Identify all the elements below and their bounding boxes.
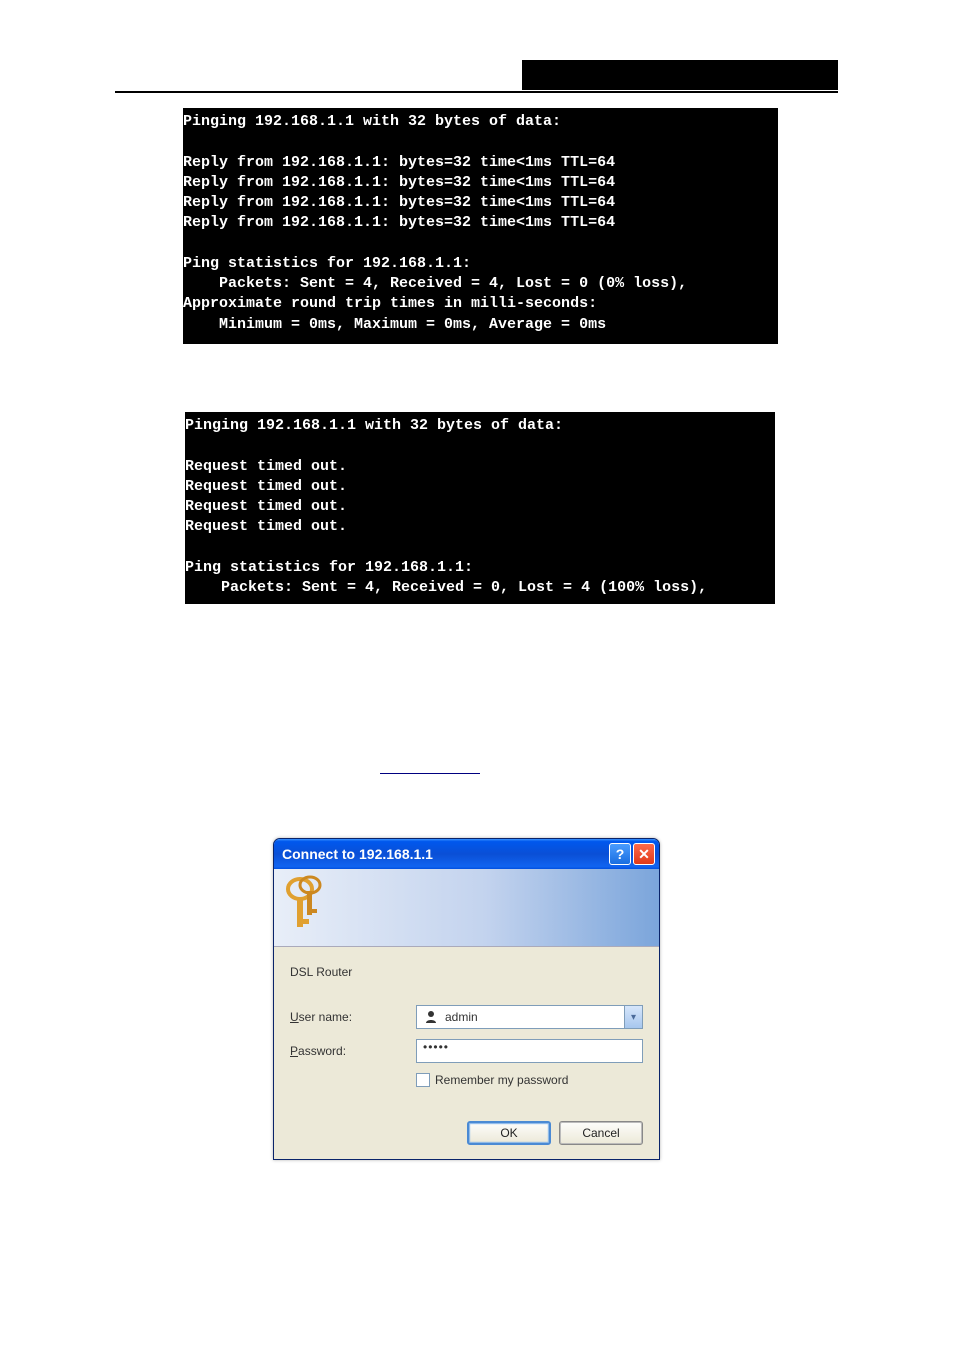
remember-label: Remember my password — [435, 1073, 568, 1087]
remember-checkbox[interactable] — [416, 1073, 430, 1087]
password-input[interactable]: ••••• — [416, 1039, 643, 1063]
dropdown-arrow-icon[interactable]: ▾ — [624, 1006, 642, 1028]
help-icon: ? — [616, 846, 625, 862]
help-button[interactable]: ? — [609, 843, 631, 865]
username-value: admin — [445, 1010, 624, 1024]
password-label: Password: — [290, 1044, 416, 1058]
header-divider — [115, 91, 838, 93]
dialog-titlebar[interactable]: Connect to 192.168.1.1 ? ✕ — [274, 839, 659, 869]
ok-button[interactable]: OK — [467, 1121, 551, 1145]
dialog-banner — [274, 869, 659, 947]
username-combo[interactable]: admin ▾ — [416, 1005, 643, 1029]
hyperlink-placeholder — [380, 773, 480, 774]
password-row: Password: ••••• — [290, 1039, 643, 1063]
keys-icon — [280, 871, 330, 941]
dialog-title: Connect to 192.168.1.1 — [282, 846, 607, 862]
terminal-ping-fail: Pinging 192.168.1.1 with 32 bytes of dat… — [185, 412, 775, 604]
dialog-body: DSL Router User name: admin ▾ Password: … — [274, 947, 659, 1159]
username-label: User name: — [290, 1010, 416, 1024]
close-button[interactable]: ✕ — [633, 843, 655, 865]
user-icon — [423, 1009, 439, 1025]
username-row: User name: admin ▾ — [290, 1005, 643, 1029]
remember-row: Remember my password — [416, 1073, 643, 1087]
realm-text: DSL Router — [290, 965, 643, 979]
cancel-button[interactable]: Cancel — [559, 1121, 643, 1145]
close-icon: ✕ — [638, 846, 650, 863]
auth-dialog: Connect to 192.168.1.1 ? ✕ DSL Router Us… — [273, 838, 660, 1160]
header-black-bar — [522, 60, 838, 90]
terminal-ping-success: Pinging 192.168.1.1 with 32 bytes of dat… — [183, 108, 778, 344]
button-row: OK Cancel — [290, 1121, 643, 1145]
